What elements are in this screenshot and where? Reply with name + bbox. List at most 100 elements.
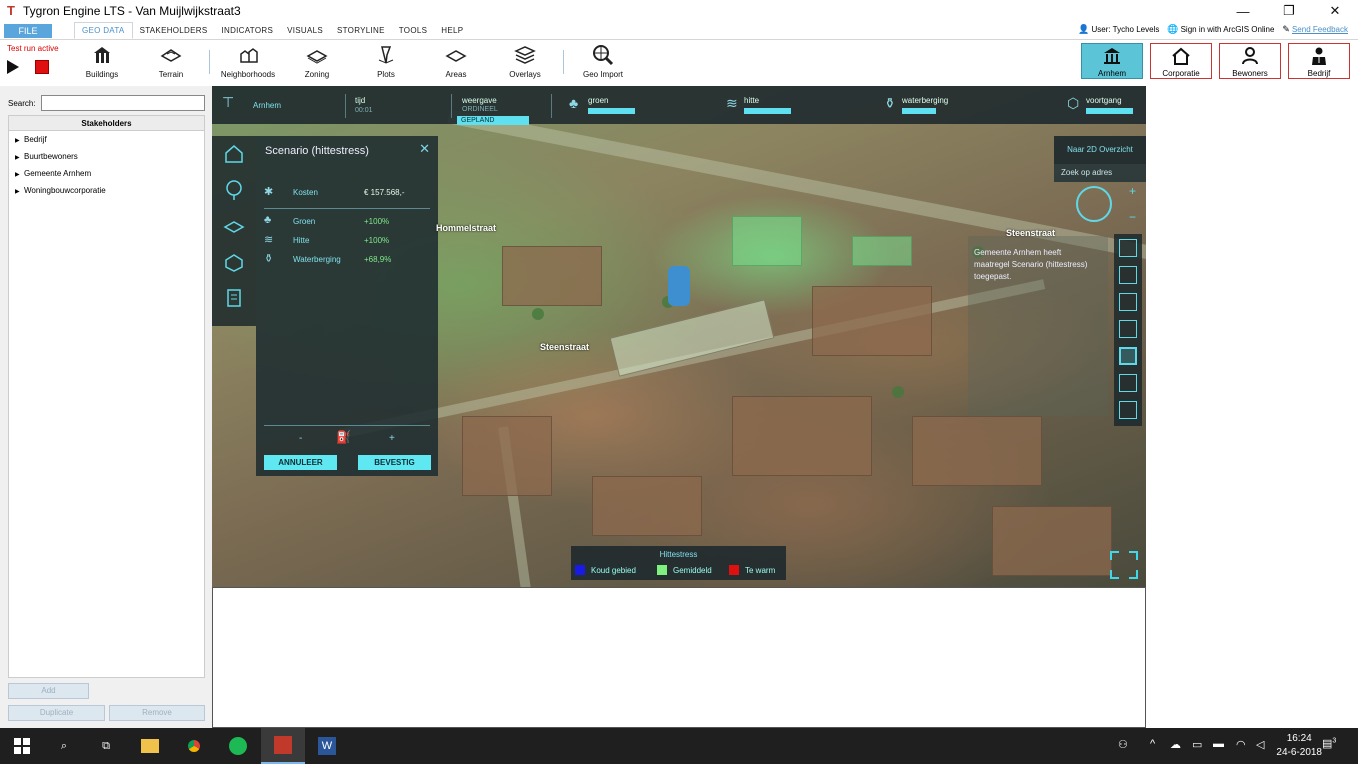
maximize-icon[interactable]: ❐ [1266,0,1312,22]
spotify-icon[interactable] [216,728,260,764]
tygron-taskbar-icon[interactable] [261,728,305,764]
file-explorer-icon[interactable] [128,728,172,764]
tool-plots[interactable]: Plots [351,44,421,79]
remove-button[interactable]: Remove [109,705,205,721]
hitte-label: Hitte [293,236,310,245]
overlay-zones[interactable] [1114,315,1142,342]
zoom-out-button[interactable]: − [1129,210,1136,224]
volume-icon[interactable]: ◁ [1256,738,1264,751]
dock-measures[interactable] [212,280,256,316]
2d-overview-button[interactable]: Naar 2D Overzicht [1054,136,1146,164]
overlay-heat[interactable] [1114,342,1142,369]
search-icon[interactable]: ⌕ [42,728,86,764]
menu-indicators[interactable]: INDICATORS [214,22,280,39]
feedback-icon: ✎ [1282,24,1290,34]
tree-item-woningbouwcorporatie[interactable]: ▶ Woningbouwcorporatie [9,182,204,199]
address-search-input[interactable]: Zoek op adres [1054,164,1146,182]
word-icon[interactable]: W [305,728,349,764]
overlay-terrain[interactable] [1114,261,1142,288]
stakeholder-tree: Stakeholders ▶ Bedrijf ▶ Buurtbewoners ▶ Ge… [8,115,205,678]
view-state-button[interactable]: GEPLAND [457,116,529,125]
windows-start-icon[interactable] [0,728,44,764]
map-viewport[interactable]: ⊤ Arnhem tijd 00:01 weergave ORDINEEL GE… [212,86,1146,587]
file-menu-button[interactable]: FILE [4,24,52,38]
search-input[interactable] [41,95,205,111]
decrease-button[interactable]: - [299,433,302,444]
people-icon[interactable]: ⚇ [1118,738,1128,751]
legend-item: Koud gebied [575,565,636,575]
arcgis-signin[interactable]: 🌐 Sign in with ArcGIS Online [1167,24,1274,35]
onedrive-icon[interactable]: ☁ [1170,738,1181,751]
stop-icon[interactable] [35,60,49,74]
feedback-link[interactable]: Send Feedback [1292,25,1348,34]
compass-icon[interactable] [1076,186,1112,222]
progress-cube-icon: ⬡ [1067,95,1080,111]
tool-terrain[interactable]: Terrain [136,44,206,79]
indicator-voortgang-bar[interactable] [1086,108,1133,114]
tree-item-gemeente-arnhem[interactable]: ▶ Gemeente Arnhem [9,165,204,182]
tool-buildings[interactable]: Buildings [67,44,137,79]
legend-swatch [657,565,667,575]
task-view-icon[interactable]: ⧉ [84,728,128,764]
tool-geo-import[interactable]: Geo Import [568,44,638,79]
stakeholder-corporatie[interactable]: Corporatie [1150,43,1212,79]
increase-button[interactable]: + [389,433,395,444]
user-info[interactable]: 👤 User: Tycho Levels [1078,24,1159,35]
chevron-up-icon[interactable]: ^ [1150,738,1155,750]
system-clock[interactable]: 16:24 24-6-2018 [1276,732,1322,760]
expand-arrow-icon[interactable]: ▶ [15,184,24,201]
tool-neighborhoods[interactable]: Neighborhoods [213,44,283,79]
tree-item-label: Buurtbewoners [24,152,78,161]
tree [892,386,904,398]
menu-visuals[interactable]: VISUALS [280,22,330,39]
menu-storyline[interactable]: STORYLINE [330,22,392,39]
close-icon[interactable]: ✕ [1312,0,1358,22]
chat-icon [1119,400,1137,419]
tree-item-bedrijf[interactable]: ▶ Bedrijf [9,131,204,148]
network-icon[interactable]: ▭ [1192,738,1202,751]
building [502,246,602,306]
menu-stakeholders[interactable]: STAKEHOLDERS [133,22,215,39]
cancel-button[interactable]: ANNULEER [264,455,337,470]
dock-zoning[interactable] [212,208,256,244]
chrome-icon[interactable] [172,728,216,764]
tree-header: Stakeholders [9,116,204,131]
battery-icon[interactable]: ▬ [1213,738,1224,750]
overlay-buildings[interactable] [1114,234,1142,261]
zoom-in-button[interactable]: + [1129,184,1136,198]
indicator-waterberging-bar[interactable] [902,108,936,114]
tool-areas[interactable]: Areas [421,44,491,79]
notifications-icon[interactable]: ▤3 [1322,737,1336,750]
minimize-icon[interactable]: — [1220,0,1266,22]
wifi-icon[interactable]: ◠ [1236,738,1246,751]
stakeholder-arnhem[interactable]: Arnhem [1081,43,1143,79]
send-feedback[interactable]: ✎ Send Feedback [1282,24,1348,35]
tool-zoning[interactable]: Zoning [282,44,352,79]
stakeholder-bedrijf[interactable]: Bedrijf [1288,43,1350,79]
tree-item-buurtbewoners[interactable]: ▶ Buurtbewoners [9,148,204,165]
dock-buildings[interactable] [212,136,256,172]
dock-demolish[interactable] [212,244,256,280]
tool-label: Buildings [85,70,119,79]
overlay-chat[interactable] [1114,396,1142,423]
indicator-groen-bar[interactable] [588,108,635,114]
indicator-hitte-bar[interactable] [744,108,791,114]
tool-overlays[interactable]: Overlays [490,44,560,79]
business-person-icon [1312,47,1326,65]
stakeholder-label: Arnhem [1097,69,1126,78]
close-icon[interactable]: ✕ [419,141,430,157]
water-icon: ⚱ [884,95,896,111]
add-button[interactable]: Add [8,683,89,699]
menu-tools[interactable]: TOOLS [392,22,434,39]
menu-geo-data[interactable]: GEO DATA [74,22,133,39]
menu-help[interactable]: HELP [434,22,470,39]
confirm-button[interactable]: BEVESTIG [358,455,431,470]
arcgis-label: Sign in with ArcGIS Online [1180,25,1275,34]
overlay-signs[interactable] [1114,288,1142,315]
duplicate-button[interactable]: Duplicate [8,705,105,721]
dock-green[interactable] [212,172,256,208]
play-icon[interactable] [7,60,19,74]
fullscreen-icon[interactable] [1110,551,1138,579]
overlay-water[interactable] [1114,369,1142,396]
stakeholder-bewoners[interactable]: Bewoners [1219,43,1281,79]
